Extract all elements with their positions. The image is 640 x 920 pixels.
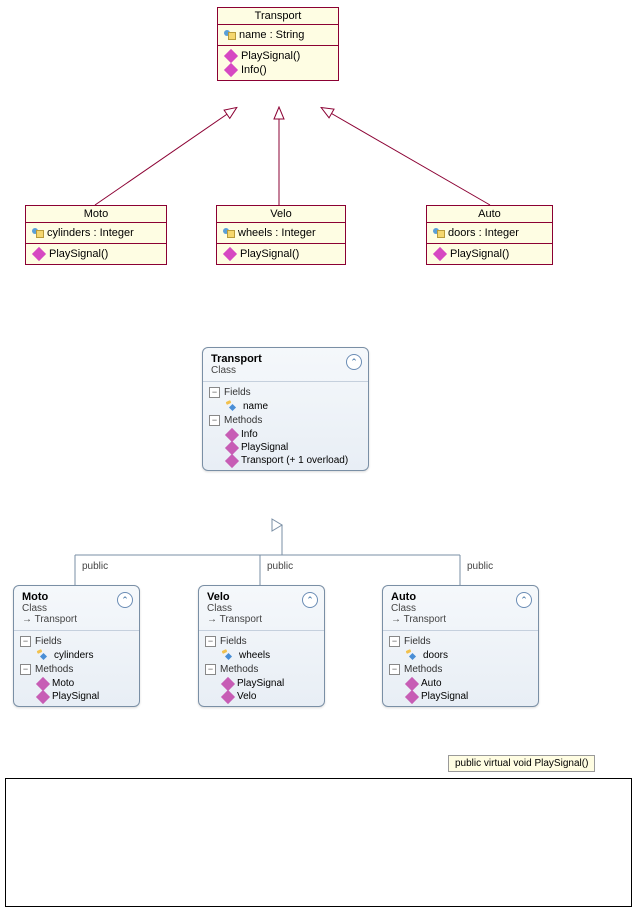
- expander-icon[interactable]: −: [209, 387, 220, 398]
- uml2-class-velo[interactable]: Velo Class → Transport ⌃ −Fields wheels …: [198, 585, 325, 707]
- field-icon: [223, 651, 235, 661]
- attribute-icon: [223, 228, 235, 238]
- section-label: Methods: [35, 664, 73, 675]
- uml1-class-transport: Transport name : String PlaySignal() Inf…: [217, 7, 339, 81]
- method-name: Info: [241, 429, 258, 440]
- tooltip: public virtual void PlaySignal(): [448, 755, 595, 772]
- method-icon: [405, 676, 419, 690]
- section-label: Methods: [224, 415, 262, 426]
- section-label: Methods: [220, 664, 258, 675]
- attribute-icon: [32, 228, 44, 238]
- collapse-icon[interactable]: ⌃: [117, 592, 133, 608]
- class-title: Velo: [217, 206, 345, 223]
- method-name: PlaySignal: [421, 691, 468, 702]
- class-type: Class: [207, 603, 316, 614]
- empty-panel: [5, 778, 632, 907]
- method-name: PlaySignal: [52, 691, 99, 702]
- expander-icon[interactable]: −: [20, 664, 31, 675]
- uml2-class-moto[interactable]: Moto Class → Transport ⌃ −Fields cylinde…: [13, 585, 140, 707]
- class-name: Auto: [391, 591, 530, 603]
- collapse-icon[interactable]: ⌃: [516, 592, 532, 608]
- section-label: Fields: [224, 387, 251, 398]
- expander-icon[interactable]: −: [389, 664, 400, 675]
- method-icon: [224, 49, 238, 63]
- method-name: Auto: [421, 678, 442, 689]
- method: PlaySignal(): [450, 248, 509, 260]
- class-title: Auto: [427, 206, 552, 223]
- method-icon: [221, 689, 235, 703]
- method-icon: [225, 427, 239, 441]
- class-type: Class: [391, 603, 530, 614]
- class-name: Velo: [207, 591, 316, 603]
- class-title: Transport: [218, 8, 338, 25]
- method: Info(): [241, 64, 267, 76]
- expander-icon[interactable]: −: [389, 636, 400, 647]
- attribute: doors : Integer: [448, 227, 519, 239]
- diagram-container: Transport name : String PlaySignal() Inf…: [0, 0, 640, 915]
- method-name: PlaySignal: [241, 442, 288, 453]
- attribute: name : String: [239, 29, 304, 41]
- expander-icon[interactable]: −: [20, 636, 31, 647]
- field-name: cylinders: [54, 650, 93, 661]
- attribute: wheels : Integer: [238, 227, 316, 239]
- inherits-label: → Transport: [22, 614, 131, 625]
- uml1-class-auto: Auto doors : Integer PlaySignal(): [426, 205, 553, 265]
- field-name: wheels: [239, 650, 270, 661]
- section-label: Fields: [220, 636, 247, 647]
- inherits-label: → Transport: [207, 614, 316, 625]
- inheritance-label: public: [82, 561, 108, 572]
- method-icon: [405, 689, 419, 703]
- collapse-icon[interactable]: ⌃: [346, 354, 362, 370]
- method-icon: [32, 247, 46, 261]
- expander-icon[interactable]: −: [209, 415, 220, 426]
- section-label: Fields: [35, 636, 62, 647]
- method: PlaySignal(): [240, 248, 299, 260]
- field-name: doors: [423, 650, 448, 661]
- inherits-label: → Transport: [391, 614, 530, 625]
- attribute: cylinders : Integer: [47, 227, 134, 239]
- method-icon: [36, 676, 50, 690]
- class-type: Class: [22, 603, 131, 614]
- uml2-class-transport[interactable]: Transport Class ⌃ −Fields name −Methods …: [202, 347, 369, 471]
- method-icon: [36, 689, 50, 703]
- uml2-class-auto[interactable]: Auto Class → Transport ⌃ −Fields doors −…: [382, 585, 539, 707]
- section-label: Fields: [404, 636, 431, 647]
- field-icon: [38, 651, 50, 661]
- class-name: Moto: [22, 591, 131, 603]
- section-label: Methods: [404, 664, 442, 675]
- attribute-icon: [224, 30, 236, 40]
- inheritance-label: public: [267, 561, 293, 572]
- method-name: PlaySignal: [237, 678, 284, 689]
- method-name: Moto: [52, 678, 74, 689]
- class-name: Transport: [211, 353, 360, 365]
- uml1-class-velo: Velo wheels : Integer PlaySignal(): [216, 205, 346, 265]
- class-type: Class: [211, 365, 360, 376]
- field-icon: [227, 402, 239, 412]
- method: PlaySignal(): [49, 248, 108, 260]
- field-name: name: [243, 401, 268, 412]
- method-icon: [225, 453, 239, 467]
- collapse-icon[interactable]: ⌃: [302, 592, 318, 608]
- method-icon: [224, 63, 238, 77]
- expander-icon[interactable]: −: [205, 664, 216, 675]
- method: PlaySignal(): [241, 50, 300, 62]
- expander-icon[interactable]: −: [205, 636, 216, 647]
- inheritance-label: public: [467, 561, 493, 572]
- method-name: Velo: [237, 691, 256, 702]
- method-icon: [223, 247, 237, 261]
- field-icon: [407, 651, 419, 661]
- uml1-class-moto: Moto cylinders : Integer PlaySignal(): [25, 205, 167, 265]
- class-title: Moto: [26, 206, 166, 223]
- method-name: Transport (+ 1 overload): [241, 455, 348, 466]
- method-icon: [221, 676, 235, 690]
- method-icon: [225, 440, 239, 454]
- attribute-icon: [433, 228, 445, 238]
- method-icon: [433, 247, 447, 261]
